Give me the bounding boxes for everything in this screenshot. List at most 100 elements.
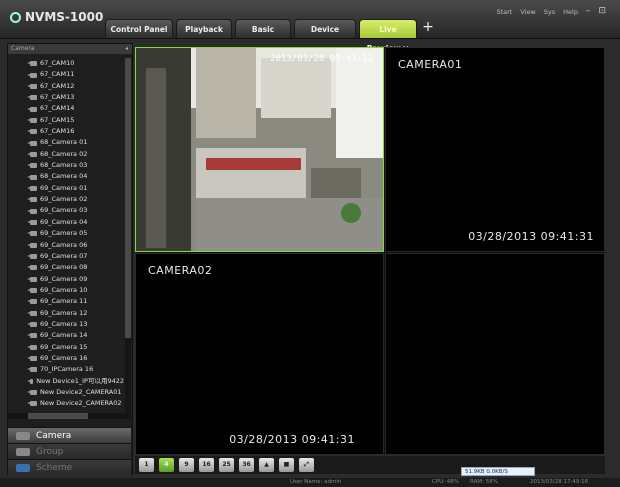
tree-item-camera[interactable]: 69_Camera 06 — [8, 240, 124, 251]
tree-item-camera[interactable]: 67_CAM12 — [8, 81, 124, 92]
camera-label: CAMERA01 — [398, 58, 463, 71]
camera-timestamp: 03/28/2013 09:41:31 — [468, 230, 594, 243]
tree-item-camera[interactable]: 68_Camera 02 — [8, 149, 124, 160]
add-tab-button[interactable]: + — [420, 19, 436, 38]
camera-icon — [27, 401, 37, 407]
layout-1-button[interactable]: 1 — [139, 458, 154, 472]
tree-item-label: 68_Camera 02 — [40, 149, 88, 158]
tree-item-camera[interactable]: 68_Camera 01 — [8, 137, 124, 148]
scroll-up-button[interactable]: ▲ — [259, 458, 274, 472]
tree-item-camera[interactable]: 67_CAM10 — [8, 58, 124, 69]
nav-camera-label: Camera — [36, 431, 72, 441]
tree-item-camera[interactable]: 69_Camera 13 — [8, 319, 124, 330]
minimize-button[interactable]: – — [586, 7, 591, 16]
layout-16-button[interactable]: 16 — [199, 458, 214, 472]
layout-25-button[interactable]: 25 — [219, 458, 234, 472]
tree-item-camera[interactable]: 69_Camera 14 — [8, 330, 124, 341]
tree-item-camera[interactable]: 67_CAM14 — [8, 103, 124, 114]
scroll-thumb[interactable] — [125, 58, 131, 338]
tree-item-label: New Device2_CAMERA01 — [40, 387, 122, 396]
camera-icon — [27, 242, 37, 248]
camera-tree: 67_CAM10 67_CAM11 67_CAM12 67_CAM13 67_CAM14… — [8, 58, 124, 413]
tree-item-camera[interactable]: 68_Camera 03 — [8, 160, 124, 171]
tree-item-label: 68_Camera 01 — [40, 138, 88, 147]
camera-icon — [27, 254, 37, 260]
menu-view[interactable]: View — [520, 8, 535, 16]
tree-item-camera[interactable]: New Device2_CAMERA01 — [8, 387, 124, 398]
tree-item-camera[interactable]: 69_Camera 01 — [8, 183, 124, 194]
nav-scheme[interactable]: Scheme — [8, 459, 131, 475]
status-ram: RAM: 58% — [470, 479, 498, 485]
fullscreen-button[interactable]: ⤢ — [299, 458, 314, 472]
tree-item-camera[interactable]: 69_Camera 11 — [8, 296, 124, 307]
tree-hscrollbar[interactable] — [8, 413, 131, 419]
video-cell-4[interactable] — [385, 253, 605, 455]
tree-item-camera[interactable]: 70_IPCamera 16 — [8, 364, 124, 375]
tree-item-camera[interactable]: 69_Camera 08 — [8, 262, 124, 273]
hscroll-thumb[interactable] — [28, 413, 88, 419]
camera-icon — [27, 356, 37, 362]
menu-help[interactable]: Help — [563, 8, 578, 16]
tree-scrollbar[interactable] — [125, 58, 131, 413]
tab-basic[interactable]: Basic — [235, 19, 291, 38]
tree-item-camera[interactable]: 69_Camera 02 — [8, 194, 124, 205]
video-cell-3[interactable]: CAMERA02 03/28/2013 09:41:31 — [135, 253, 384, 455]
nav-scheme-label: Scheme — [36, 463, 73, 473]
camera-icon — [27, 61, 37, 67]
tree-item-camera[interactable]: 67_CAM13 — [8, 92, 124, 103]
tree-item-camera[interactable]: 69_Camera 16 — [8, 353, 124, 364]
tree-item-camera[interactable]: 68_Camera 04 — [8, 171, 124, 182]
camera-icon — [27, 185, 37, 191]
tab-playback[interactable]: Playback — [176, 19, 232, 38]
tree-item-camera[interactable]: 69_Camera 09 — [8, 274, 124, 285]
video-cell-1[interactable]: 2013/03/28 09:41:12 — [135, 47, 384, 252]
camera-feed-image — [136, 48, 383, 251]
tree-item-label: 67_CAM12 — [40, 81, 75, 90]
tree-item-camera[interactable]: 69_Camera 15 — [8, 342, 124, 353]
osd-timestamp: 2013/03/28 09:41:12 — [270, 54, 373, 64]
download-speed: 0.0KB/S — [486, 469, 508, 475]
tab-control-panel[interactable]: Control Panel — [105, 19, 173, 38]
tree-item-camera[interactable]: 69_Camera 03 — [8, 205, 124, 216]
tree-item-label: 69_Camera 11 — [40, 297, 88, 306]
nav-camera[interactable]: Camera — [8, 427, 131, 443]
tree-item-camera[interactable]: 69_Camera 10 — [8, 285, 124, 296]
video-cell-2[interactable]: CAMERA01 03/28/2013 09:41:31 — [385, 47, 605, 252]
tree-item-camera[interactable]: 67_CAM11 — [8, 69, 124, 80]
menu-start[interactable]: Start — [496, 8, 512, 16]
tree-item-camera[interactable]: 69_Camera 12 — [8, 308, 124, 319]
tree-item-label: 67_CAM15 — [40, 115, 75, 124]
restore-button[interactable]: ⊡ — [598, 7, 606, 16]
tree-item-label: 69_Camera 07 — [40, 251, 88, 260]
logo-icon — [10, 11, 21, 23]
tree-item-label: New Device2_CAMERA02 — [40, 399, 122, 408]
tree-item-label: 67_CAM10 — [40, 59, 75, 67]
layout-36-button[interactable]: 36 — [239, 458, 254, 472]
layout-9-button[interactable]: 9 — [179, 458, 194, 472]
tree-item-label: New Device1_IP可以用9422 — [36, 376, 124, 385]
tab-live-preview[interactable]: Live Preview× — [359, 19, 417, 53]
camera-timestamp: 03/28/2013 09:41:31 — [229, 433, 355, 446]
nav-group[interactable]: Group — [8, 443, 131, 459]
tree-item-camera[interactable]: New Device2_CAMERA02 — [8, 398, 124, 409]
tree-item-camera[interactable]: New Device1_IP可以用9422 — [8, 376, 124, 387]
tree-item-camera[interactable]: 69_Camera 05 — [8, 228, 124, 239]
status-bar: User Name: admin CPU: 48% RAM: 58% 2013/… — [0, 478, 620, 487]
camera-icon — [27, 231, 37, 237]
layout-4-button[interactable]: 4 — [159, 458, 174, 472]
camera-icon — [27, 163, 37, 169]
tree-item-camera[interactable]: 69_Camera 04 — [8, 217, 124, 228]
stop-all-button[interactable]: ■ — [279, 458, 294, 472]
tree-item-camera[interactable]: 69_Camera 07 — [8, 251, 124, 262]
camera-icon — [27, 140, 37, 146]
camera-icon — [27, 151, 37, 157]
pin-icon[interactable]: ◂ — [125, 44, 128, 54]
tree-item-label: 69_Camera 01 — [40, 183, 88, 192]
tab-device[interactable]: Device — [294, 19, 356, 38]
title-bar: NVMS-1000 Control Panel Playback Basic D… — [0, 0, 620, 53]
menu-sys[interactable]: Sys — [544, 8, 555, 16]
tree-item-camera[interactable]: 67_CAM15 — [8, 115, 124, 126]
tree-item-camera[interactable]: 67_CAM16 — [8, 126, 124, 137]
camera-icon — [27, 129, 37, 135]
camera-icon — [16, 432, 30, 440]
